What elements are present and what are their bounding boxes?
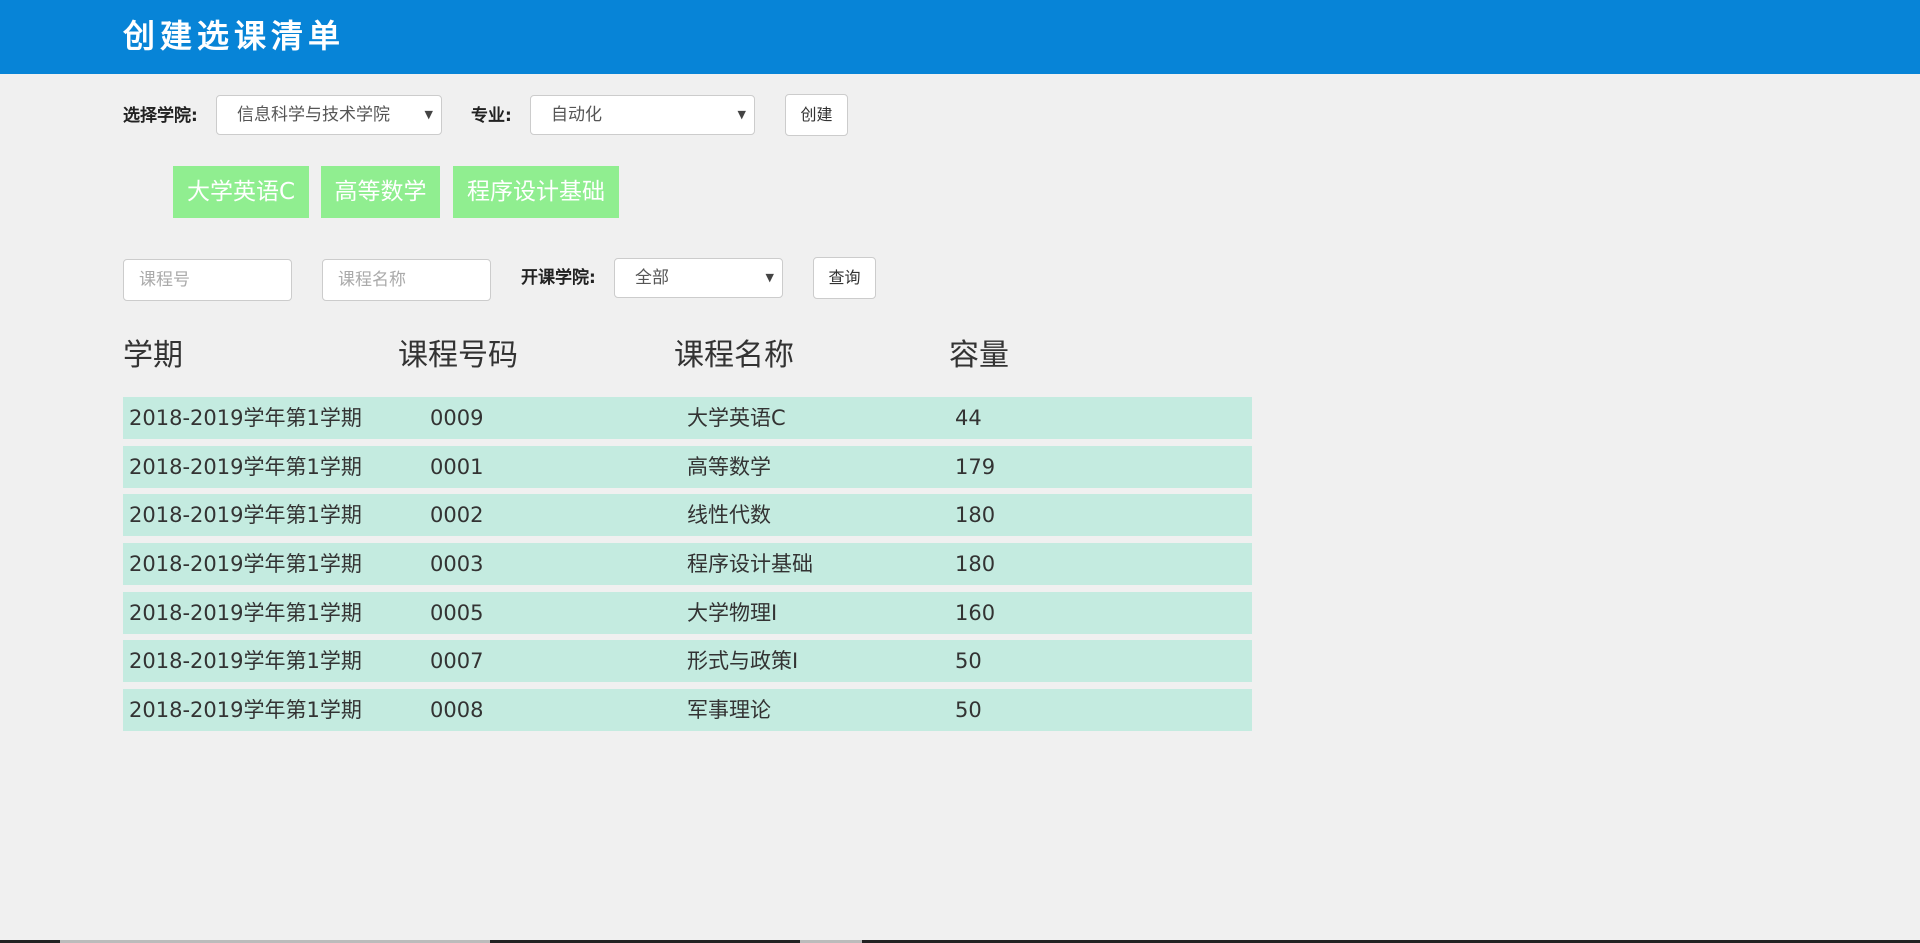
column-header-term: 学期 [123,338,183,373]
cell-capacity: 44 [955,406,982,430]
cell-course-name: 大学物理I [687,601,778,625]
selected-course-tag[interactable]: 程序设计基础 [453,166,619,218]
cell-term: 2018-2019学年第1学期 [129,601,362,625]
cell-term: 2018-2019学年第1学期 [129,503,362,527]
cell-capacity: 50 [955,649,982,673]
table-row[interactable]: 2018-2019学年第1学期 0003 程序设计基础 180 [123,543,1252,585]
table-row[interactable]: 2018-2019学年第1学期 0009 大学英语C 44 [123,397,1252,439]
offering-college-select-value: 全部 [635,268,669,288]
cell-course-name: 大学英语C [687,406,786,430]
cell-capacity: 160 [955,601,996,625]
course-name-input[interactable] [322,259,491,301]
cell-capacity: 180 [955,503,996,527]
cell-term: 2018-2019学年第1学期 [129,552,362,576]
offering-college-label: 开课学院: [521,268,596,288]
major-select[interactable]: 自动化 ▼ [530,95,755,135]
cell-course-name: 高等数学 [687,455,771,479]
selected-course-tag[interactable]: 高等数学 [321,166,440,218]
table-row[interactable]: 2018-2019学年第1学期 0005 大学物理I 160 [123,592,1252,634]
table-row[interactable]: 2018-2019学年第1学期 0007 形式与政策I 50 [123,640,1252,682]
cell-term: 2018-2019学年第1学期 [129,649,362,673]
major-label: 专业: [471,106,512,126]
cell-course-number: 0002 [430,503,484,527]
cell-term: 2018-2019学年第1学期 [129,455,362,479]
chevron-down-icon: ▼ [737,108,746,121]
major-select-value: 自动化 [551,105,602,125]
cell-course-name: 形式与政策I [687,649,799,673]
cell-capacity: 50 [955,698,982,722]
cell-course-name: 程序设计基础 [687,552,813,576]
cell-course-number: 0007 [430,649,484,673]
offering-college-select[interactable]: 全部 ▼ [614,258,783,298]
cell-course-number: 0008 [430,698,484,722]
cell-course-number: 0005 [430,601,484,625]
cell-course-name: 线性代数 [687,503,771,527]
column-header-course-name: 课程名称 [674,338,794,373]
table-row[interactable]: 2018-2019学年第1学期 0008 军事理论 50 [123,689,1252,731]
table-row[interactable]: 2018-2019学年第1学期 0002 线性代数 180 [123,494,1252,536]
cell-term: 2018-2019学年第1学期 [129,406,362,430]
cell-capacity: 179 [955,455,996,479]
selected-course-tag[interactable]: 大学英语C [173,166,309,218]
page-title: 创建选课清单 [123,17,346,55]
college-label: 选择学院: [123,106,198,126]
query-button[interactable]: 查询 [813,257,876,299]
cell-course-number: 0003 [430,552,484,576]
cell-capacity: 180 [955,552,996,576]
cell-course-number: 0001 [430,455,484,479]
header-bar: 创建选课清单 [0,0,1920,74]
chevron-down-icon: ▼ [424,108,433,121]
column-header-capacity: 容量 [949,338,1009,373]
column-header-course-number: 课程号码 [398,338,518,373]
college-select[interactable]: 信息科学与技术学院 ▼ [216,95,442,135]
table-row[interactable]: 2018-2019学年第1学期 0001 高等数学 179 [123,446,1252,488]
college-select-value: 信息科学与技术学院 [237,105,390,125]
create-button[interactable]: 创建 [785,94,848,136]
cell-course-name: 军事理论 [687,698,771,722]
course-number-input[interactable] [123,259,292,301]
cell-term: 2018-2019学年第1学期 [129,698,362,722]
chevron-down-icon: ▼ [765,271,774,284]
cell-course-number: 0009 [430,406,484,430]
